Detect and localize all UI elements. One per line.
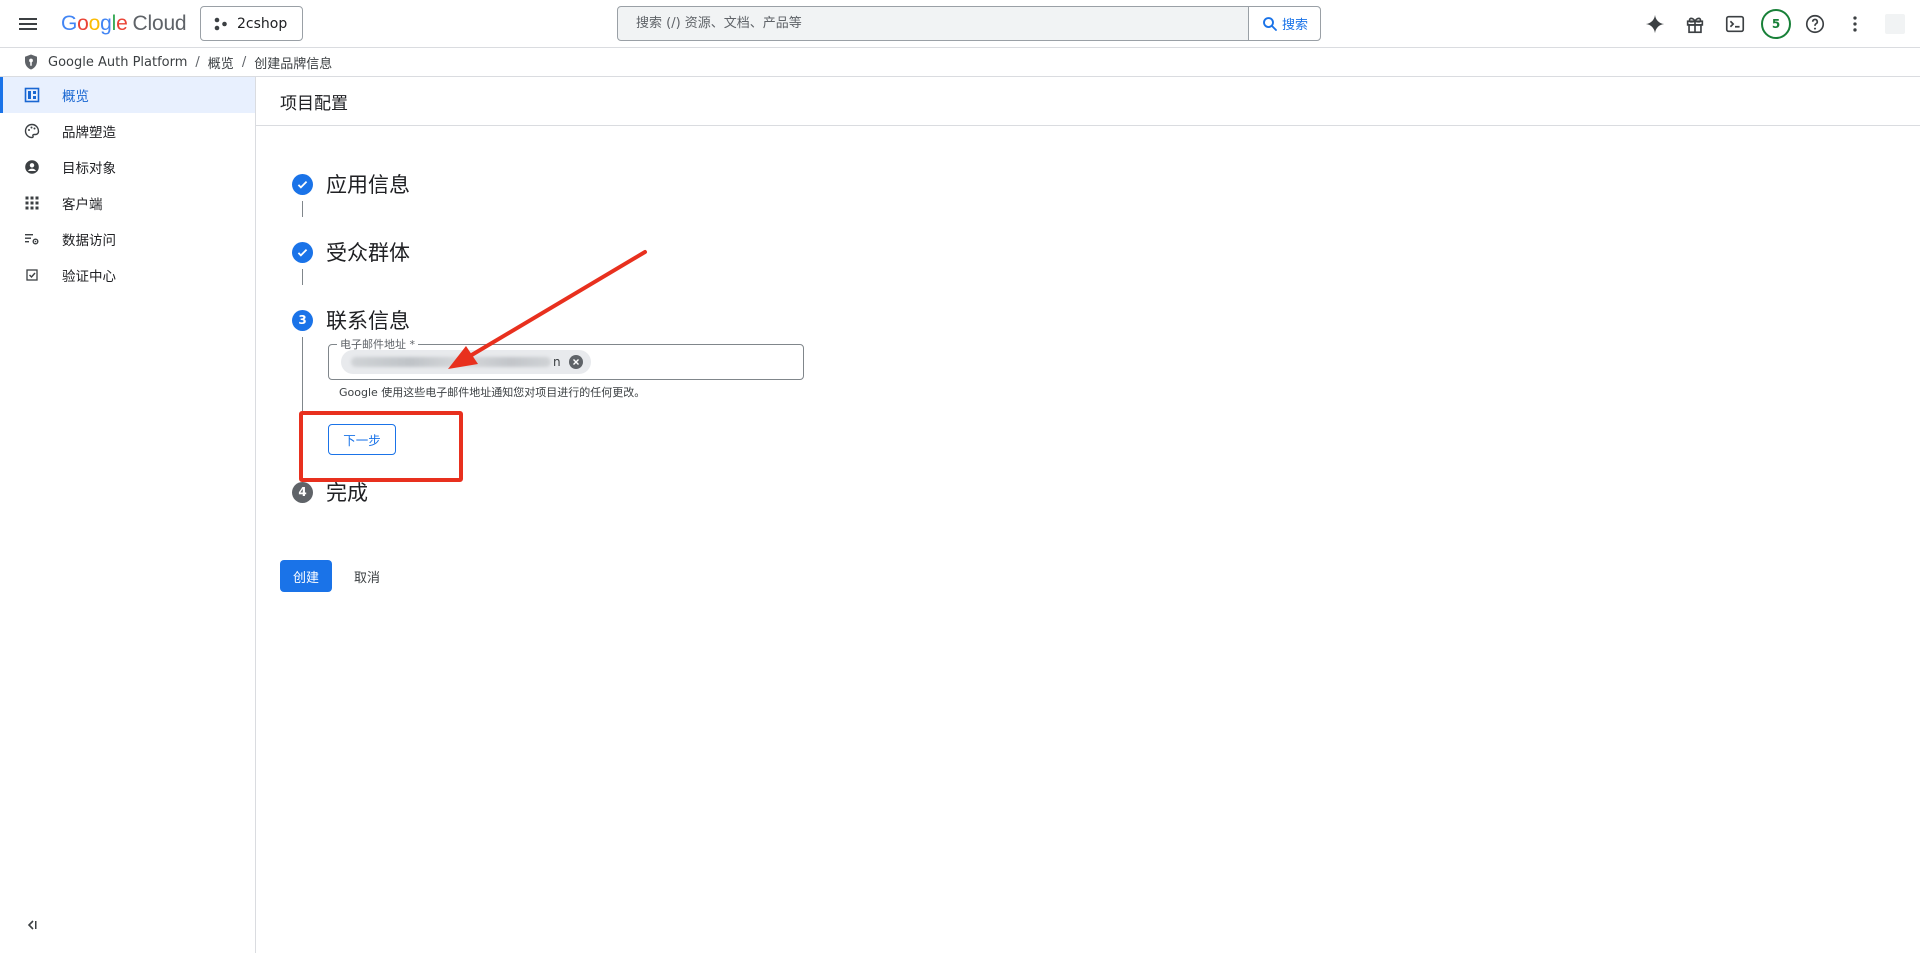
step-number-badge: 4	[292, 481, 313, 503]
redacted-email	[351, 357, 551, 367]
gift-icon[interactable]	[1681, 10, 1709, 38]
help-icon[interactable]	[1801, 10, 1829, 38]
sidebar-item-overview[interactable]: 概览	[0, 77, 255, 113]
email-chip: n	[341, 350, 591, 374]
dashboard-icon	[24, 87, 40, 103]
step-complete-check-icon	[292, 241, 313, 263]
palette-icon	[24, 123, 40, 139]
project-name: 2cshop	[237, 15, 288, 32]
email-helper-text: Google 使用这些电子邮件地址通知您对项目进行的任何更改。	[339, 386, 646, 399]
gemini-sparkle-icon[interactable]	[1641, 10, 1669, 38]
cancel-button[interactable]: 取消	[344, 560, 390, 592]
search-button[interactable]: 搜索	[1248, 7, 1320, 40]
sidebar-item-data-access[interactable]: 数据访问	[0, 221, 255, 257]
step-connector	[302, 337, 303, 457]
search-icon	[1263, 16, 1277, 31]
collapse-sidebar-icon[interactable]	[24, 917, 40, 933]
project-picker-button[interactable]: 2cshop	[200, 6, 303, 41]
step-connector	[302, 201, 303, 217]
email-field[interactable]: 电子邮件地址 * n	[328, 336, 804, 380]
breadcrumb-current: 创建品牌信息	[254, 56, 333, 72]
top-app-bar: GoogleCloud 2cshop 搜索 5	[0, 0, 1920, 48]
google-cloud-logo[interactable]: Google Cloud	[61, 12, 187, 36]
create-button[interactable]: 创建	[280, 560, 332, 592]
more-vert-icon[interactable]	[1841, 10, 1869, 38]
step-contact-info[interactable]: 3 联系信息	[292, 305, 410, 335]
breadcrumb-auth-platform[interactable]: Google Auth Platform	[48, 55, 187, 70]
cloud-shell-terminal-icon[interactable]	[1721, 10, 1749, 38]
search-input[interactable]	[618, 7, 1248, 40]
step-number-badge: 3	[292, 309, 313, 331]
notifications-badge[interactable]: 5	[1761, 9, 1791, 39]
chip-remove-icon[interactable]	[569, 355, 583, 369]
data-settings-icon	[25, 234, 39, 245]
page-title: 项目配置	[256, 77, 1920, 126]
sidebar-item-verification[interactable]: 验证中心	[0, 257, 255, 293]
step-connector	[302, 269, 303, 285]
auth-shield-icon	[25, 54, 37, 70]
step-finish[interactable]: 4 完成	[292, 477, 368, 507]
main-content: 项目配置 应用信息 受众群体 3 联系信息 电子邮件地址 * n Google …	[256, 77, 1920, 953]
verified-checkbox-icon	[26, 269, 38, 281]
search-bar: 搜索	[617, 6, 1321, 41]
hamburger-menu-icon[interactable]	[16, 12, 40, 36]
sidebar-item-clients[interactable]: 客户端	[0, 185, 255, 221]
step-audience[interactable]: 受众群体	[292, 237, 410, 267]
next-button[interactable]: 下一步	[328, 424, 396, 455]
apps-grid-icon	[25, 196, 39, 210]
breadcrumb-overview[interactable]: 概览	[208, 53, 234, 72]
sidebar-item-audience[interactable]: 目标对象	[0, 149, 255, 185]
sidebar-item-branding[interactable]: 品牌塑造	[0, 113, 255, 149]
account-circle-icon	[25, 160, 39, 174]
breadcrumb: Google Auth Platform / 概览 / 创建品牌信息	[0, 48, 1920, 77]
sidebar: 概览 品牌塑造 目标对象 客户端 数据访问 验证中心	[0, 77, 256, 953]
step-complete-check-icon	[292, 173, 313, 195]
step-app-info[interactable]: 应用信息	[292, 169, 410, 199]
avatar[interactable]	[1885, 14, 1905, 34]
project-hub-icon	[214, 17, 227, 30]
